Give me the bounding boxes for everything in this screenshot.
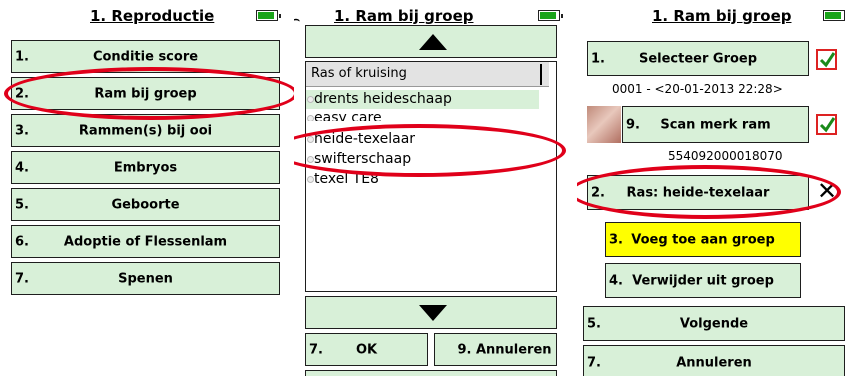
menu-spenen-button[interactable]: 7. Spenen [11,262,280,295]
ram-photo-icon [587,106,621,143]
voeg-toe-aan-groep-button[interactable]: 3. Voeg toe aan groep [605,222,801,257]
ram-id: 554092000018070 [668,149,783,163]
battery-icon [256,10,281,21]
button-label: OK [355,342,378,357]
menu-label: Conditie score [92,49,199,64]
volgende-button[interactable]: 5. Volgende [583,306,845,341]
ras-button[interactable]: 2. Ras: heide-texelaar [587,175,809,210]
screen-title: 1. Ram bij groep [334,7,474,25]
screen-title: 1. Reproductie [90,7,215,25]
verwijder-uit-groep-button[interactable]: 4. Verwijder uit groep [605,263,801,298]
column-separator [540,64,542,85]
annuleren-button[interactable]: 9. Annuleren [434,333,557,366]
ras-select-screen: ⌢ 1. Ram bij groep Ras of kruising drent… [294,0,577,376]
scroll-up-button[interactable] [305,25,557,58]
menu-label: Embryos [113,160,178,175]
selecteer-groep-button[interactable]: 1. Selecteer Groep [587,41,809,76]
bullet-icon [307,115,314,121]
menu-embryos-button[interactable]: 4. Embryos [11,151,280,184]
annuleren-button[interactable]: 7. Annuleren [583,345,845,376]
bottom-button[interactable] [305,370,557,376]
button-number: 9. [457,342,472,357]
button-label: Volgende [679,316,749,331]
menu-label: Spenen [118,271,173,286]
close-x-icon[interactable]: ✕ [817,177,837,205]
scan-merk-ram-button[interactable]: 9. Scan merk ram [622,106,809,143]
screen-title: 1. Ram bij groep [652,7,792,25]
ras-list[interactable]: Ras of kruising drents heideschaap easy … [305,61,557,292]
bullet-icon [307,156,314,163]
group-info: 0001 - <20-01-2013 22:28> [612,82,783,96]
menu-label: Ram bij groep [94,86,197,101]
battery-icon [823,10,845,21]
list-item-label: heide-texelaar [314,131,416,147]
button-label: Ras: heide-texelaar [626,185,770,200]
up-arrow-icon [419,34,447,50]
menu-adoptie-button[interactable]: 6. Adoptie of Flessenlam [11,225,280,258]
battery-icon [538,10,563,21]
button-label: Annuleren [475,342,552,357]
list-item-easy-care[interactable]: easy care [306,109,546,121]
checkmark-icon [816,114,837,135]
menu-ram-bij-groep-button[interactable]: 2. Ram bij groep [11,77,280,110]
list-item-label: drents heideschaap [314,91,452,107]
list-item-drents-heideschaap[interactable]: drents heideschaap [306,90,539,109]
reproductie-screen: 1. Reproductie 1. Conditie score 2. Ram … [0,0,294,376]
menu-label: Adoptie of Flessenlam [63,234,228,249]
menu-label: Geboorte [111,197,180,212]
annuleren-text: 9. Annuleren [453,342,556,357]
ram-bij-groep-screen: 1. Ram bij groep 1. Selecteer Groep 0001… [577,0,845,376]
menu-rammen-bij-ooi-button[interactable]: 3. Rammen(s) bij ooi [11,114,280,147]
menu-conditie-score-button[interactable]: 1. Conditie score [11,40,280,73]
list-header: Ras of kruising [306,62,549,87]
down-arrow-icon [419,305,447,321]
list-item-label: swifterschaap [314,151,412,167]
button-label: Scan merk ram [660,117,771,132]
bullet-icon [307,96,314,103]
button-label: Selecteer Groep [638,51,758,66]
checkmark-icon [816,49,837,70]
list-item-heide-texelaar[interactable]: heide-texelaar [306,130,546,149]
bullet-icon [307,136,314,143]
list-item-label: easy care [314,110,382,121]
button-label: Verwijder uit groep [632,273,774,288]
scroll-down-button[interactable] [305,296,557,329]
button-label: Annuleren [676,355,752,370]
list-item-label: texel TE8 [314,171,379,187]
button-label: Voeg toe aan groep [631,232,775,247]
list-item-swifterschaap[interactable]: swifterschaap [306,150,546,169]
list-header-label: Ras of kruising [311,66,407,81]
menu-label: Rammen(s) bij ooi [78,123,213,138]
bullet-icon [307,176,314,183]
list-item-texel-te8[interactable]: texel TE8 [306,170,546,189]
ok-button[interactable]: 7. OK [305,333,428,366]
signal-icon: ⌢ [294,12,300,26]
menu-geboorte-button[interactable]: 5. Geboorte [11,188,280,221]
